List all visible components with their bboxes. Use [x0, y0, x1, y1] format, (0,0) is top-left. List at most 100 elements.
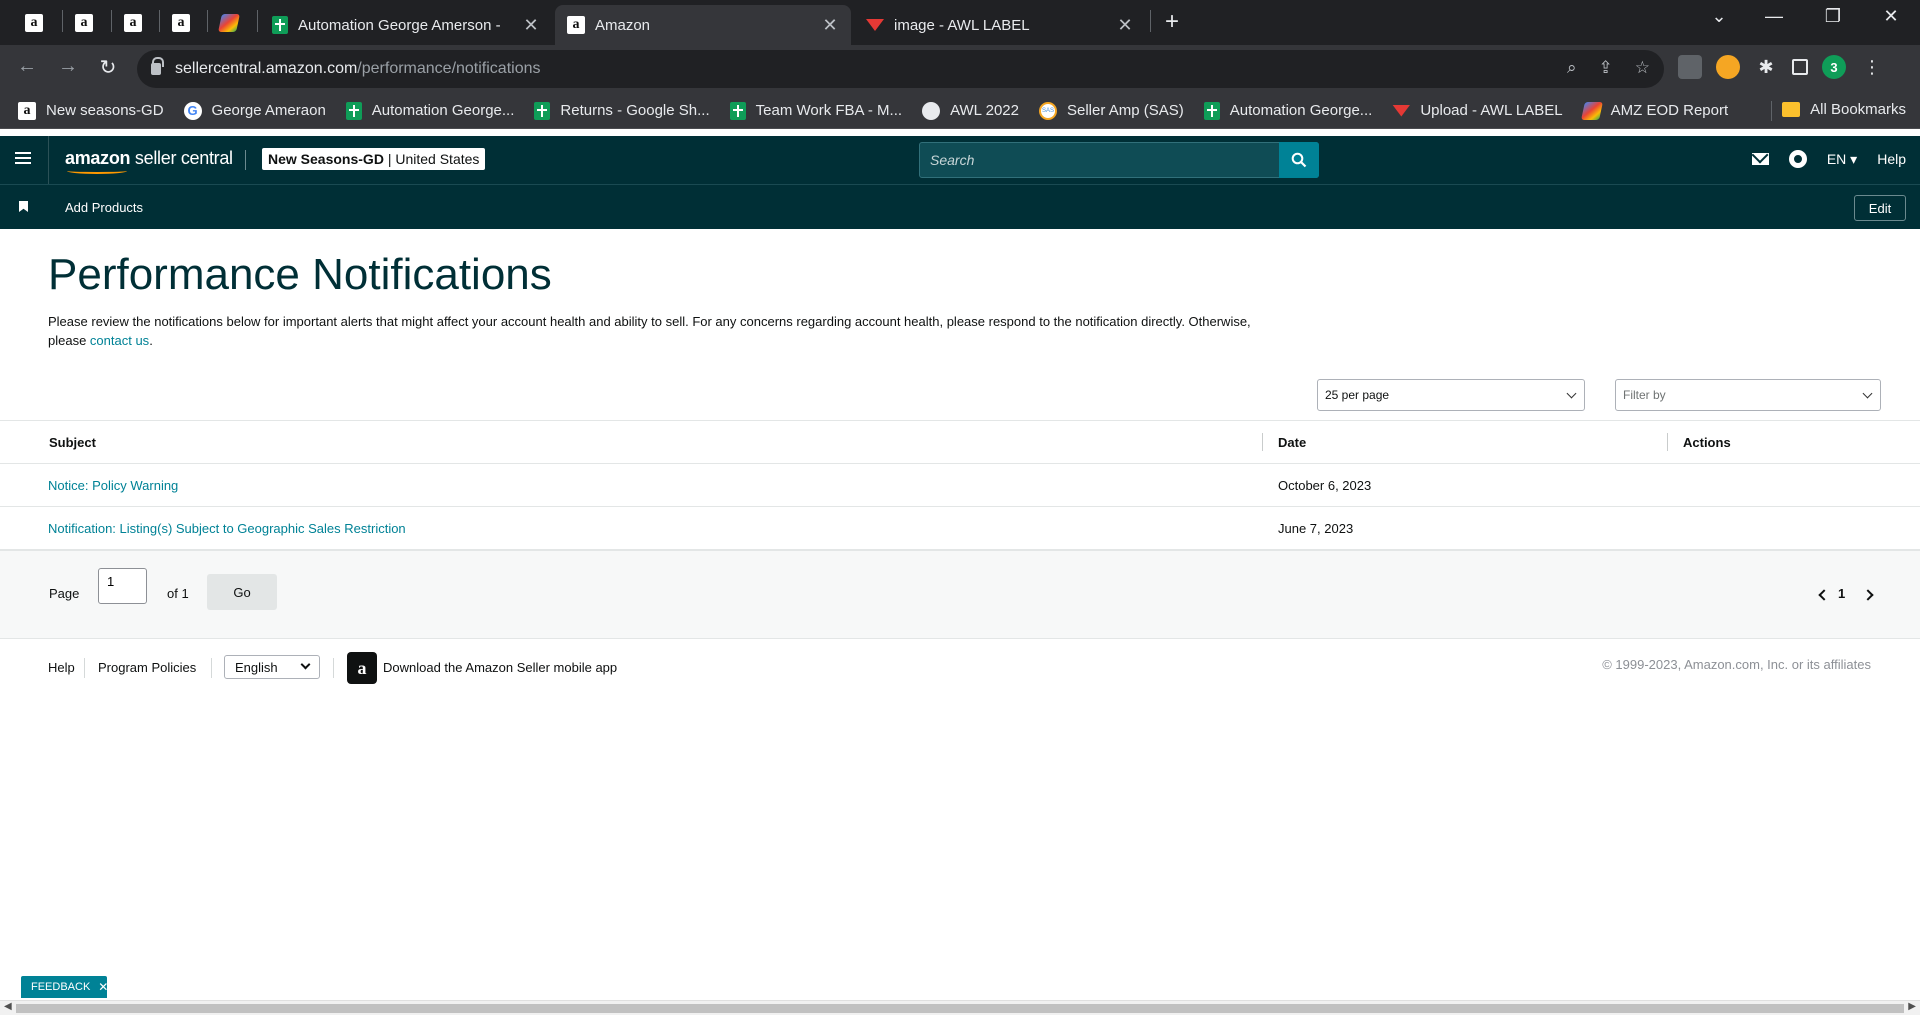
search-input[interactable]: [920, 143, 1280, 177]
bookmark-item[interactable]: Upload - AWL LABEL: [1392, 102, 1563, 119]
store-region: | United States: [383, 151, 480, 167]
feedback-button[interactable]: FEEDBACK ✕: [21, 976, 108, 998]
extension-orange-icon[interactable]: [1716, 55, 1740, 79]
download-app-link[interactable]: Download the Amazon Seller mobile app: [383, 660, 617, 675]
bookmark-label: New seasons-GD: [46, 102, 164, 119]
close-icon[interactable]: ✕: [98, 980, 108, 994]
seller-central-logo[interactable]: amazon seller central: [65, 148, 233, 174]
logo-brand: amazon: [65, 148, 131, 168]
pinned-tab-pencil[interactable]: [207, 5, 251, 40]
scroll-right-icon[interactable]: ▶: [1908, 1001, 1916, 1012]
pinned-tab-amazon-3[interactable]: a: [111, 5, 155, 40]
notifications-table: Subject Date Actions Notice: Policy Warn…: [0, 420, 1920, 550]
header-divider: [245, 150, 246, 170]
search-button[interactable]: [1279, 142, 1319, 178]
table-row: Notification: Listing(s) Subject to Geog…: [0, 507, 1920, 550]
footer-language-select[interactable]: English: [224, 655, 320, 679]
tab-awl-label[interactable]: image - AWL LABEL ✕: [854, 5, 1146, 45]
gear-icon[interactable]: [1788, 150, 1807, 168]
bookmark-item[interactable]: a New seasons-GD: [18, 101, 164, 120]
column-header-date[interactable]: Date: [1278, 435, 1306, 450]
tab-title: image - AWL LABEL: [894, 16, 1030, 34]
horizontal-scrollbar[interactable]: ◀ ▶: [0, 1000, 1920, 1015]
bookmark-item[interactable]: G George Ameraon: [183, 101, 326, 120]
address-bar[interactable]: sellercentral.amazon.com/performance/not…: [137, 50, 1664, 88]
bookmark-item[interactable]: AMZ EOD Report: [1580, 101, 1729, 120]
zoom-icon[interactable]: ⌕: [1567, 58, 1577, 78]
pinned-tab-amazon-1[interactable]: a: [12, 5, 56, 40]
menu-kebab-icon[interactable]: ⋮: [1860, 55, 1884, 79]
sheets-icon: [272, 16, 288, 34]
bookmark-icon[interactable]: [19, 201, 28, 212]
page-number-input[interactable]: [98, 568, 147, 604]
go-button[interactable]: Go: [207, 574, 277, 610]
browser-toolbar: ← → ↻ sellercentral.amazon.com/performan…: [0, 45, 1920, 93]
minimize-button[interactable]: —: [1754, 6, 1794, 27]
close-window-button[interactable]: ✕: [1871, 6, 1911, 27]
language-switcher[interactable]: EN ▾: [1827, 151, 1857, 168]
bookmark-item[interactable]: SAS Seller Amp (SAS): [1039, 101, 1184, 120]
all-bookmarks-button[interactable]: All Bookmarks: [1782, 101, 1906, 118]
store-switcher[interactable]: New Seasons-GD | United States: [262, 148, 486, 170]
column-header-actions: Actions: [1683, 435, 1731, 450]
forward-icon[interactable]: →: [53, 55, 83, 78]
tab-close-icon[interactable]: ✕: [522, 15, 540, 36]
column-divider[interactable]: [1262, 433, 1263, 451]
url-text[interactable]: sellercentral.amazon.com/performance/not…: [175, 60, 541, 78]
url-host: sellercentral.amazon.com: [175, 60, 358, 77]
profile-avatar[interactable]: 3: [1822, 55, 1846, 79]
scrollbar-thumb[interactable]: [16, 1004, 1904, 1013]
hamburger-menu-icon[interactable]: [15, 152, 31, 164]
bookmark-item[interactable]: Automation George...: [345, 101, 514, 120]
folder-icon: [1782, 102, 1801, 117]
current-page-number[interactable]: 1: [1838, 586, 1845, 601]
amazon-seller-app-icon[interactable]: a: [347, 652, 377, 684]
notification-date: October 6, 2023: [1278, 478, 1372, 493]
bookmark-item[interactable]: AWL 2022: [922, 101, 1019, 120]
pinned-tab-amazon-4[interactable]: a: [159, 5, 203, 40]
chevron-right-icon[interactable]: [1862, 589, 1874, 601]
amazon-icon: a: [75, 13, 93, 32]
filter-select[interactable]: Filter by: [1615, 379, 1881, 411]
pinned-tab-amazon-2[interactable]: a: [62, 5, 106, 40]
bookmark-item[interactable]: Returns - Google Sh...: [534, 101, 710, 120]
per-page-select[interactable]: 25 per page: [1317, 379, 1585, 411]
chevron-left-icon[interactable]: [1818, 589, 1830, 601]
program-policies-link[interactable]: Program Policies: [98, 660, 196, 675]
column-divider[interactable]: [1667, 433, 1668, 451]
sheets-icon: [345, 101, 362, 120]
chevron-down-icon: [1862, 388, 1873, 399]
bookmark-label: AMZ EOD Report: [1610, 102, 1729, 119]
back-icon[interactable]: ←: [12, 55, 42, 78]
lock-icon: [151, 57, 164, 75]
contact-us-link[interactable]: contact us: [90, 333, 149, 348]
nav-item-add-products[interactable]: Add Products: [65, 200, 143, 215]
maximize-button[interactable]: ❐: [1813, 6, 1853, 27]
copyright-text: © 1999-2023, Amazon.com, Inc. or its aff…: [1602, 657, 1871, 672]
sheets-icon: [534, 101, 551, 120]
sheets-icon: [1203, 101, 1220, 120]
bookmark-item[interactable]: Team Work FBA - M...: [729, 101, 902, 120]
tab-amazon[interactable]: a Amazon ✕: [555, 5, 851, 45]
help-link[interactable]: Help: [1877, 151, 1906, 167]
puzzle-icon[interactable]: ✱: [1754, 55, 1778, 79]
tab-search-button[interactable]: ⌄: [1699, 6, 1739, 27]
awl-icon: [1392, 104, 1411, 117]
extension-off-icon[interactable]: [1678, 55, 1702, 79]
side-panel-icon[interactable]: [1792, 59, 1808, 75]
notification-subject-link[interactable]: Notification: Listing(s) Subject to Geog…: [48, 521, 406, 536]
edit-button[interactable]: Edit: [1854, 195, 1906, 221]
mail-icon[interactable]: [1751, 153, 1769, 165]
footer-help-link[interactable]: Help: [48, 660, 75, 675]
reload-icon[interactable]: ↻: [93, 55, 123, 80]
scroll-left-icon[interactable]: ◀: [4, 1001, 12, 1012]
bookmark-item[interactable]: Automation George...: [1203, 101, 1372, 120]
tab-automation-george[interactable]: Automation George Amerson - ✕: [260, 5, 552, 45]
tab-close-icon[interactable]: ✕: [821, 15, 839, 36]
column-header-subject[interactable]: Subject: [49, 435, 96, 450]
star-icon[interactable]: ☆: [1635, 58, 1650, 78]
tab-close-icon[interactable]: ✕: [1116, 15, 1134, 36]
new-tab-button[interactable]: +: [1165, 8, 1179, 36]
notification-subject-link[interactable]: Notice: Policy Warning: [48, 478, 178, 493]
share-icon[interactable]: ⇪: [1599, 58, 1613, 78]
